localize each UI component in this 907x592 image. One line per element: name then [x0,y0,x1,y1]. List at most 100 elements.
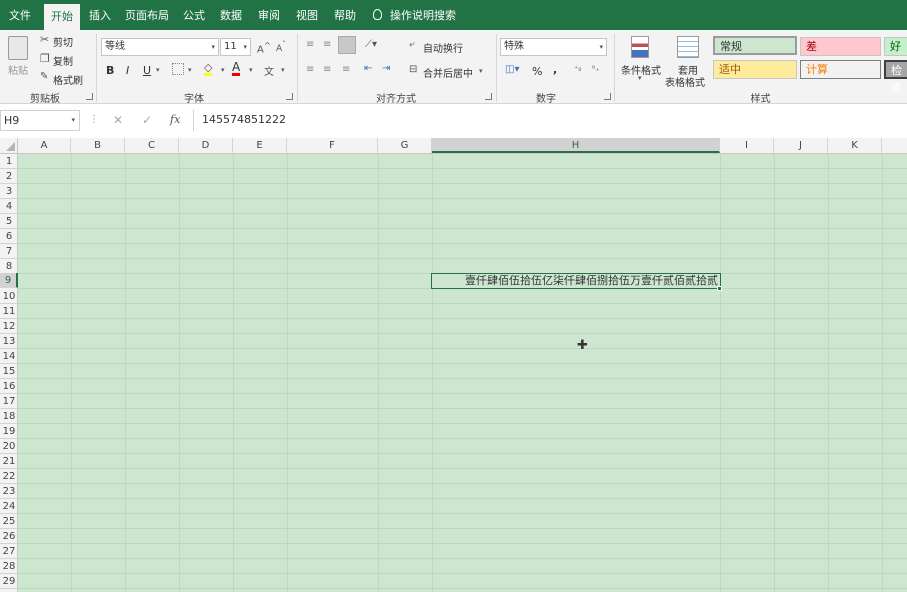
row-header[interactable]: 24 [0,499,18,514]
row-header[interactable]: 29 [0,574,18,589]
tab-insert[interactable]: 插入 [84,0,116,30]
font-launcher-icon[interactable] [286,93,293,100]
cut-button[interactable]: 剪切 [53,34,73,49]
row-header[interactable]: 23 [0,484,18,499]
format-painter-button[interactable]: 格式刷 [53,72,83,87]
row-header[interactable]: 4 [0,199,18,214]
increase-decimal-icon[interactable]: ⁺₀ [574,64,581,73]
align-center-icon[interactable]: ≡ [323,64,331,75]
tab-data[interactable]: 数据 [214,0,248,30]
row-header[interactable]: 13 [0,334,18,349]
row-header[interactable]: 19 [0,424,18,439]
row-header[interactable]: 22 [0,469,18,484]
column-header-c[interactable]: C [125,138,179,153]
cancel-icon[interactable]: ✕ [113,113,123,127]
row-header[interactable]: 1 [0,154,18,169]
bold-button[interactable]: B [106,64,114,77]
column-header-j[interactable]: J [774,138,828,153]
column-header-h[interactable]: H [432,138,720,153]
row-header[interactable]: 9 [0,273,18,288]
italic-button[interactable]: I [126,64,129,77]
chevron-down-icon[interactable]: ▾ [221,66,225,74]
row-header[interactable]: 12 [0,319,18,334]
align-top-icon[interactable]: ≡ [306,39,314,50]
column-header-g[interactable]: G [378,138,432,153]
fill-color-icon[interactable]: ◇ [204,62,213,76]
tab-help[interactable]: 帮助 [328,0,362,30]
column-header-f[interactable]: F [287,138,378,153]
worksheet-grid[interactable]: 壹仟肆佰伍拾伍亿柒仟肆佰捌拾伍万壹仟贰佰贰拾贰 ✚ [18,154,907,592]
select-all-corner[interactable] [0,138,18,154]
number-format-select[interactable]: 特殊 ▾ [500,38,607,56]
border-icon[interactable] [172,63,184,75]
column-header-a[interactable]: A [18,138,71,153]
style-check[interactable]: 检查 [884,60,907,94]
paste-icon[interactable] [8,36,28,60]
paste-button[interactable]: 粘贴 [8,62,28,77]
row-header[interactable]: 27 [0,544,18,559]
font-name-select[interactable]: 等线 ▾ [101,38,219,56]
row-header[interactable]: 15 [0,364,18,379]
align-right-icon[interactable]: ≡ [342,64,350,75]
row-header[interactable]: 17 [0,394,18,409]
align-left-icon[interactable]: ≡ [306,64,314,75]
phonetic-icon[interactable]: 文 [264,63,274,78]
decrease-font-icon[interactable]: Aˇ [276,40,286,54]
column-header-k[interactable]: K [828,138,882,153]
row-header[interactable]: 6 [0,229,18,244]
row-header[interactable]: 21 [0,454,18,469]
alignment-launcher-icon[interactable] [485,93,492,100]
font-size-select[interactable]: 11 ▾ [220,38,251,56]
align-bottom-icon[interactable] [338,36,356,54]
row-header[interactable]: 11 [0,304,18,319]
insert-function-icon[interactable]: fx [170,113,180,126]
formula-input[interactable]: 145574851222 [193,110,907,131]
style-normal[interactable]: 常规 [713,36,797,55]
chevron-down-icon[interactable]: ▾ [479,67,483,75]
enter-icon[interactable]: ✓ [142,113,152,127]
tab-formulas[interactable]: 公式 [178,0,210,30]
row-header[interactable]: 7 [0,244,18,259]
clipboard-launcher-icon[interactable] [86,93,93,100]
style-calculation[interactable]: 计算 [800,60,881,79]
style-good[interactable]: 好 [884,37,907,56]
row-header[interactable]: 20 [0,439,18,454]
tab-page-layout[interactable]: 页面布局 [120,0,174,30]
row-header[interactable]: 16 [0,379,18,394]
row-header[interactable]: 26 [0,529,18,544]
row-header[interactable]: 5 [0,214,18,229]
decrease-decimal-icon[interactable]: ⁰₊ [592,64,599,73]
currency-icon[interactable]: ◫▾ [505,64,519,75]
row-header[interactable]: 25 [0,514,18,529]
fill-handle[interactable] [717,286,722,291]
row-header[interactable]: 2 [0,169,18,184]
row-header[interactable]: 8 [0,259,18,274]
tab-view[interactable]: 视图 [290,0,324,30]
wrap-text-button[interactable]: 自动换行 [423,40,463,55]
column-header-e[interactable]: E [233,138,287,153]
decrease-indent-icon[interactable]: ⇤ [364,63,372,74]
row-header[interactable]: 18 [0,409,18,424]
row-header[interactable]: 14 [0,349,18,364]
chevron-down-icon[interactable]: ▾ [249,66,253,74]
font-color-icon[interactable]: A [232,61,241,76]
style-neutral[interactable]: 适中 [713,60,797,79]
chevron-down-icon[interactable]: ▾ [281,66,285,74]
increase-indent-icon[interactable]: ⇥ [382,63,390,74]
row-header[interactable]: 10 [0,289,18,304]
comma-button[interactable]: , [553,63,557,76]
increase-font-icon[interactable]: A^ [257,40,271,55]
tab-file[interactable]: 文件 [0,0,40,30]
align-middle-icon[interactable]: ≡ [323,39,331,50]
column-header-b[interactable]: B [71,138,125,153]
chevron-down-icon[interactable]: ▾ [156,66,160,74]
underline-button[interactable]: U [143,64,151,77]
percent-button[interactable]: % [532,65,542,78]
orientation-icon[interactable]: ⟋▾ [365,39,377,50]
chevron-down-icon[interactable]: ▾ [188,66,192,74]
active-cell-h9[interactable]: 壹仟肆佰伍拾伍亿柒仟肆佰捌拾伍万壹仟贰佰贰拾贰 [431,273,721,289]
merge-center-button[interactable]: 合并后居中 [423,65,473,80]
name-box[interactable]: H9 ▾ [0,110,80,131]
tab-review[interactable]: 审阅 [252,0,286,30]
column-header-d[interactable]: D [179,138,233,153]
